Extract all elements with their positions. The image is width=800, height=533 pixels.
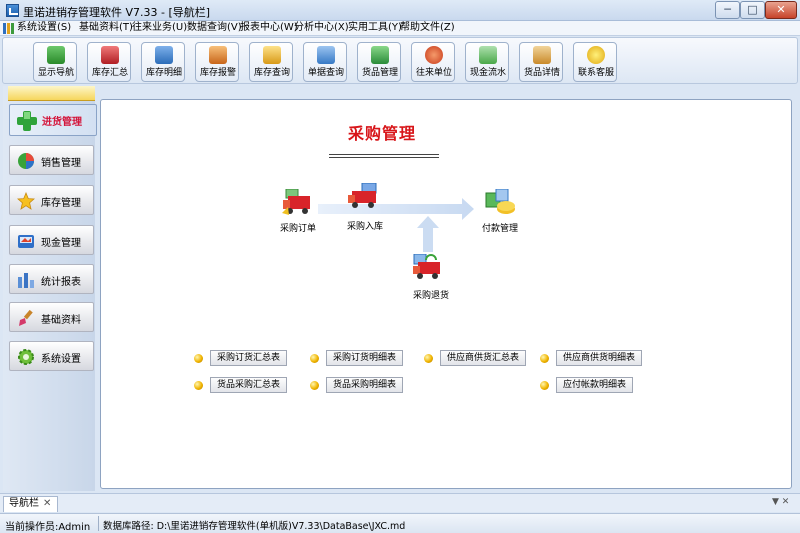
goods-detail-button[interactable]: 货品详情	[519, 42, 563, 82]
status-db-path: 数据库路径: D:\里诺进销存管理软件(单机版)V7.33\DataBase\J…	[103, 521, 406, 532]
toolbar: 显示导航 库存汇总 库存明细 库存报警 库存查询 单据查询 货品管理 往来单位 …	[2, 37, 798, 84]
flow-label-purchase-order[interactable]: 采购订单	[280, 221, 316, 234]
menu-utilities[interactable]: 实用工具(Y)	[348, 22, 402, 34]
status-divider	[98, 516, 99, 531]
cash-flow-icon	[479, 46, 497, 64]
menu-bar: 系统设置(S) 基础资料(T) 往来业务(U) 数据查询(V) 报表中心(W) …	[0, 21, 800, 36]
link-goods-purchase-summary[interactable]: 货品采购汇总表	[210, 377, 288, 393]
purchase-order-icon[interactable]	[282, 189, 316, 217]
link-supplier-supply-detail[interactable]: 供应商供货明细表	[556, 350, 643, 366]
document-tab-strip	[0, 493, 800, 512]
minimize-button[interactable]: ─	[715, 1, 740, 19]
gear-icon	[18, 349, 34, 365]
link-accounts-payable-detail[interactable]: 应付帐款明细表	[556, 377, 634, 393]
star-icon	[17, 192, 35, 210]
partners-button[interactable]: 往来单位	[411, 42, 455, 82]
partners-icon	[425, 46, 443, 64]
link-bullet-icon	[540, 381, 549, 390]
navigation-header	[8, 86, 95, 101]
page-title: 采购管理	[348, 124, 417, 143]
menu-help[interactable]: 帮助文件(Z)	[400, 22, 455, 34]
flow-label-purchase-return[interactable]: 采购退货	[413, 288, 449, 301]
inventory-summary-button[interactable]: 库存汇总	[87, 42, 131, 82]
link-purchase-order-detail[interactable]: 采购订货明细表	[326, 350, 404, 366]
document-query-icon	[317, 46, 335, 64]
nav-item-cash[interactable]: 现金管理	[9, 225, 94, 255]
close-button[interactable]: ✕	[765, 1, 797, 19]
link-bullet-icon	[310, 354, 319, 363]
app-logo-icon	[6, 4, 19, 17]
title-bar: 里诺进销存管理软件 V7.33 - [导航栏] ─ □ ✕	[0, 0, 800, 21]
menu-analysis-center[interactable]: 分析中心(X)	[294, 22, 349, 34]
plus-icon	[17, 111, 37, 131]
window-title: 里诺进销存管理软件 V7.33 - [导航栏]	[23, 6, 211, 19]
link-bullet-icon	[540, 354, 549, 363]
status-operator: 当前操作员:Admin	[5, 522, 91, 533]
tab-close-icon[interactable]: ✕	[43, 497, 51, 511]
bar-chart-icon	[18, 273, 34, 288]
nav-item-purchase[interactable]: 进货管理	[9, 104, 97, 136]
menu-report-center[interactable]: 报表中心(W)	[240, 22, 298, 34]
link-bullet-icon	[310, 381, 319, 390]
show-navigation-button[interactable]: 显示导航	[33, 42, 77, 82]
nav-item-system-settings[interactable]: 系统设置	[9, 341, 94, 371]
purchase-return-icon[interactable]	[412, 254, 446, 282]
cash-register-icon	[18, 235, 34, 248]
link-goods-purchase-detail[interactable]: 货品采购明细表	[326, 377, 404, 393]
navigation-icon	[47, 46, 65, 64]
title-divider	[329, 154, 439, 158]
link-bullet-icon	[194, 381, 203, 390]
goods-management-button[interactable]: 货品管理	[357, 42, 401, 82]
tab-navigation[interactable]: 导航栏 ✕	[3, 496, 58, 512]
payment-management-icon[interactable]	[484, 189, 518, 217]
menu-basic-data[interactable]: 基础资料(T)	[79, 22, 133, 34]
status-bar: 当前操作员:Admin 数据库路径: D:\里诺进销存管理软件(单机版)V7.3…	[0, 513, 800, 533]
document-query-button[interactable]: 单据查询	[303, 42, 347, 82]
menu-data-query[interactable]: 数据查询(V)	[187, 22, 242, 34]
tab-overflow-controls[interactable]: ▼ ✕	[772, 497, 789, 507]
goods-management-icon	[371, 46, 389, 64]
flow-label-purchase-inbound[interactable]: 采购入库	[347, 219, 383, 232]
inventory-detail-button[interactable]: 库存明细	[141, 42, 185, 82]
tab-navigation-label: 导航栏	[9, 498, 39, 509]
nav-item-sales[interactable]: 销售管理	[9, 145, 94, 175]
purchase-inbound-icon[interactable]	[348, 183, 382, 211]
inventory-detail-icon	[155, 46, 173, 64]
inventory-alarm-button[interactable]: 库存报警	[195, 42, 239, 82]
cash-flow-button[interactable]: 现金流水	[465, 42, 509, 82]
brush-icon	[19, 309, 33, 326]
inventory-summary-icon	[101, 46, 119, 64]
flow-label-payment-management[interactable]: 付款管理	[482, 221, 518, 234]
customer-service-icon	[587, 46, 605, 64]
inventory-alarm-icon	[209, 46, 227, 64]
nav-item-reports[interactable]: 统计报表	[9, 264, 94, 294]
pie-chart-icon	[18, 153, 34, 169]
inventory-query-icon	[263, 46, 281, 64]
menu-system-settings[interactable]: 系统设置(S)	[17, 22, 71, 34]
customer-service-button[interactable]: 联系客服	[573, 42, 617, 82]
maximize-button[interactable]: □	[740, 1, 765, 19]
link-bullet-icon	[194, 354, 203, 363]
inventory-query-button[interactable]: 库存查询	[249, 42, 293, 82]
nav-item-inventory[interactable]: 库存管理	[9, 185, 94, 215]
link-purchase-order-summary[interactable]: 采购订货汇总表	[210, 350, 288, 366]
nav-item-basic-data[interactable]: 基础资料	[9, 302, 94, 332]
goods-detail-icon	[533, 46, 551, 64]
menu-app-icon	[3, 23, 14, 34]
link-supplier-supply-summary[interactable]: 供应商供货汇总表	[440, 350, 527, 366]
link-bullet-icon	[424, 354, 433, 363]
menu-business[interactable]: 往来业务(U)	[132, 22, 187, 34]
